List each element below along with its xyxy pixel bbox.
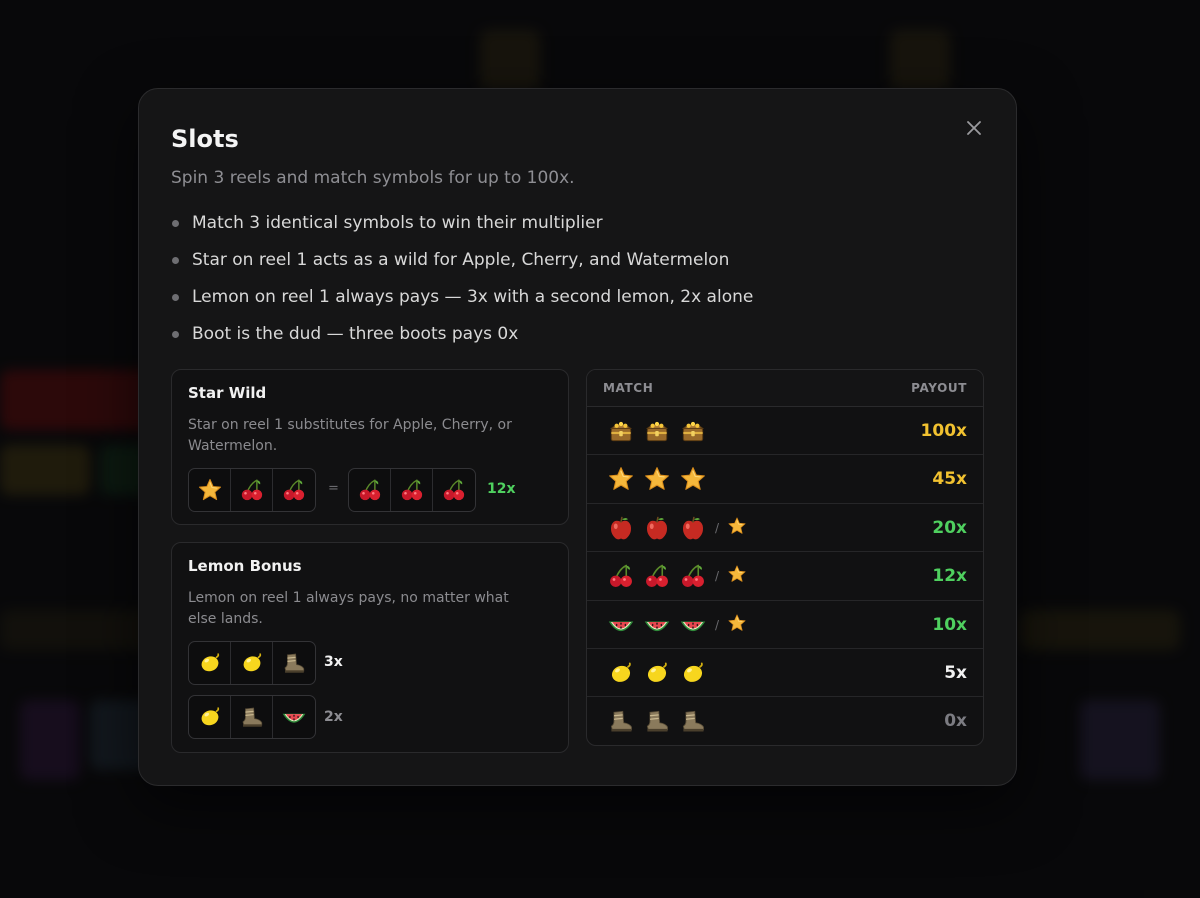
modal-title: Slots [171, 125, 239, 153]
watermelon-icon [273, 696, 315, 738]
payout-value: 20x [932, 517, 967, 538]
paytable-row: / 20x [587, 504, 983, 553]
equals-sign: = [328, 481, 339, 496]
rule-item: Match 3 identical symbols to win their m… [171, 211, 753, 248]
cherry-icon [391, 469, 433, 511]
reel-strip [188, 695, 316, 739]
star-icon [675, 465, 711, 493]
symbol-combo [603, 659, 711, 687]
multiplier-label: 3x [324, 654, 343, 670]
paytable-row: 5x [587, 649, 983, 698]
close-icon [967, 121, 981, 135]
chest-icon [639, 417, 675, 445]
chest-icon [675, 417, 711, 445]
payout-value: 45x [932, 469, 967, 490]
payout-column-header: PAYOUT [911, 381, 967, 395]
paytable-rows: 100x 45x / 20x / 12x / 10x 5x 0x [587, 407, 983, 745]
symbol-combo: / [603, 562, 747, 590]
cherry-icon [273, 469, 315, 511]
boot-icon [675, 707, 711, 735]
lemon-icon [639, 659, 675, 687]
symbol-combo [603, 417, 711, 445]
reel-strip [188, 641, 316, 685]
boot-icon [273, 642, 315, 684]
rule-item: Star on reel 1 acts as a wild for Apple,… [171, 248, 753, 285]
star-icon [603, 465, 639, 493]
symbol-combo [603, 707, 711, 735]
boot-icon [603, 707, 639, 735]
watermelon-icon [675, 611, 711, 639]
wild-separator: / [715, 569, 720, 584]
modal-subtitle: Spin 3 reels and match symbols for up to… [171, 168, 575, 188]
cherry-icon [433, 469, 475, 511]
watermelon-icon [639, 611, 675, 639]
rule-item: Lemon on reel 1 always pays — 3x with a … [171, 285, 753, 322]
cherry-icon [349, 469, 391, 511]
symbol-combo: / [603, 514, 747, 542]
star-icon [727, 564, 747, 588]
paytable-row: 0x [587, 697, 983, 745]
lemon-icon [189, 696, 231, 738]
watermelon-icon [603, 611, 639, 639]
star-icon [727, 613, 747, 637]
star-icon [639, 465, 675, 493]
paytable-row: 45x [587, 455, 983, 504]
close-button[interactable] [964, 118, 984, 138]
symbol-combo: / [603, 611, 747, 639]
star-wild-card: Star Wild Star on reel 1 substitutes for… [171, 369, 569, 525]
apple-icon [639, 514, 675, 542]
payout-value: 100x [920, 421, 967, 441]
reel-strip [348, 468, 476, 512]
rule-item: Boot is the dud — three boots pays 0x [171, 322, 753, 359]
payout-value: 12x [932, 566, 967, 587]
paytable-row: / 10x [587, 601, 983, 649]
paytable: MATCH PAYOUT 100x 45x / 20x / 12x / 10x 5x 0x [586, 369, 984, 746]
wild-separator: / [715, 520, 720, 535]
symbol-combo [603, 465, 711, 493]
cherry-icon [603, 562, 639, 590]
lemon-icon [603, 659, 639, 687]
cherry-icon [639, 562, 675, 590]
payout-value: 10x [932, 614, 967, 635]
chest-icon [603, 417, 639, 445]
lemon-bonus-description: Lemon on reel 1 always pays, no matter w… [188, 590, 509, 627]
slots-info-modal: Slots Spin 3 reels and match symbols for… [138, 88, 1017, 786]
multiplier-label: 12x [487, 481, 516, 497]
apple-icon [603, 514, 639, 542]
paytable-header: MATCH PAYOUT [587, 370, 983, 407]
star-wild-description: Star on reel 1 substitutes for Apple, Ch… [188, 417, 512, 454]
wild-separator: / [715, 617, 720, 632]
match-column-header: MATCH [603, 381, 654, 395]
multiplier-label: 2x [324, 709, 343, 725]
lemon-icon [675, 659, 711, 687]
lemon-icon [231, 642, 273, 684]
star-icon [727, 516, 747, 540]
star-wild-title: Star Wild [188, 384, 267, 402]
reel-strip [188, 468, 316, 512]
rules-list: Match 3 identical symbols to win their m… [171, 211, 753, 359]
payout-value: 0x [944, 711, 967, 732]
boot-icon [231, 696, 273, 738]
cherry-icon [231, 469, 273, 511]
lemon-bonus-card: Lemon Bonus Lemon on reel 1 always pays,… [171, 542, 569, 753]
lemon-bonus-title: Lemon Bonus [188, 557, 302, 575]
apple-icon [675, 514, 711, 542]
cherry-icon [675, 562, 711, 590]
lemon-icon [189, 642, 231, 684]
paytable-row: / 12x [587, 552, 983, 601]
paytable-row: 100x [587, 407, 983, 456]
payout-value: 5x [944, 662, 967, 683]
boot-icon [639, 707, 675, 735]
star-icon [189, 469, 231, 511]
